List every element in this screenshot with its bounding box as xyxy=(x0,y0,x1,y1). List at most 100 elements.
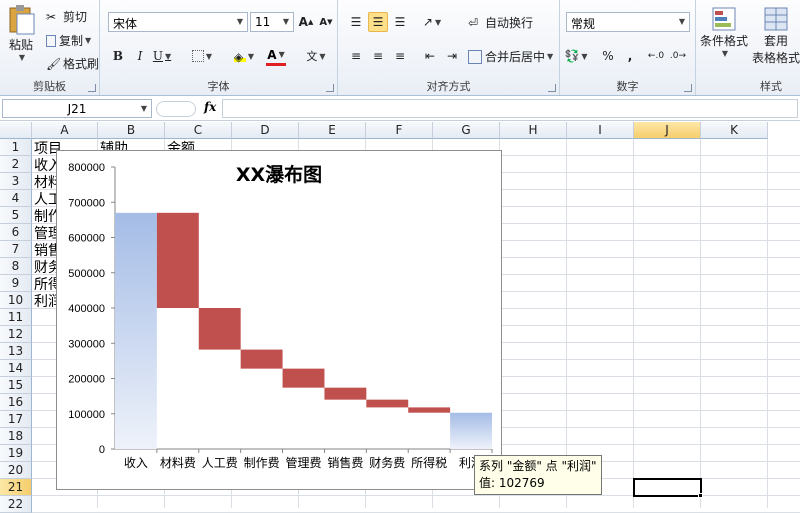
chart-title: XX瀑布图 xyxy=(236,163,322,186)
gridline xyxy=(767,139,768,508)
fill-bucket-icon: ◈ xyxy=(234,50,246,64)
column-header-D[interactable]: D xyxy=(232,122,299,139)
phonetic-button[interactable]: 文 ▼ xyxy=(306,46,326,66)
align-middle-button[interactable]: ☰ xyxy=(368,12,388,32)
align-right-icon: ≡ xyxy=(394,49,406,63)
x-tick-label: 所得税 xyxy=(411,455,447,470)
chevron-down-icon: ▼ xyxy=(434,17,442,27)
copy-button[interactable]: 复制 ▼ xyxy=(46,32,91,49)
alignment-group: ☰ ☰ ☰ ↗ ▼ ⏎ 自动换行 ≡ ≡ ≡ ⇤ ⇥ 合并后居中 ▼ 对齐方式 xyxy=(338,0,560,95)
column-header-F[interactable]: F xyxy=(366,122,433,139)
column-header-A[interactable]: A xyxy=(32,122,98,139)
cut-button[interactable]: ✂ 剪切 xyxy=(46,8,87,25)
name-box[interactable]: J21 ▼ xyxy=(2,99,152,118)
increase-decimal-button[interactable]: ←.0 xyxy=(646,46,666,66)
formula-input[interactable] xyxy=(222,99,798,118)
row-header-5[interactable]: 5 xyxy=(0,207,32,224)
font-size-select[interactable]: 11 ▼ xyxy=(250,12,294,32)
row-header-14[interactable]: 14 xyxy=(0,360,32,377)
comma-button[interactable]: , xyxy=(620,46,640,66)
merge-center-button[interactable]: 合并后居中 ▼ xyxy=(468,48,553,65)
row-header-16[interactable]: 16 xyxy=(0,394,32,411)
row-header-6[interactable]: 6 xyxy=(0,224,32,241)
row-header-20[interactable]: 20 xyxy=(0,462,32,479)
font-launcher-icon[interactable] xyxy=(326,84,334,92)
chevron-down-icon: ▼ xyxy=(282,17,289,26)
paste-button[interactable]: 粘贴 ▼ xyxy=(6,4,36,62)
row-header-19[interactable]: 19 xyxy=(0,445,32,462)
row-header-17[interactable]: 17 xyxy=(0,411,32,428)
selected-cell[interactable] xyxy=(633,478,702,497)
column-header-J[interactable]: J xyxy=(634,122,701,139)
row-header-21[interactable]: 21 xyxy=(0,479,32,496)
column-header-B[interactable]: B xyxy=(98,122,165,139)
underline-button[interactable]: U ▼ xyxy=(152,46,172,66)
align-top-button[interactable]: ☰ xyxy=(346,12,366,32)
grow-font-button[interactable]: A ▲ xyxy=(296,12,316,32)
number-format-select[interactable]: 常规 ▼ xyxy=(566,12,690,32)
increase-decimal-icon: ←.0 xyxy=(647,51,665,61)
align-center-button[interactable]: ≡ xyxy=(368,46,388,66)
orientation-button[interactable]: ↗ ▼ xyxy=(422,12,442,32)
increase-indent-icon: ⇥ xyxy=(446,49,458,63)
border-button[interactable]: ▼ xyxy=(192,46,212,66)
row-header-15[interactable]: 15 xyxy=(0,377,32,394)
x-tick-label: 管理费 xyxy=(285,455,321,470)
column-header-G[interactable]: G xyxy=(433,122,500,139)
wrap-text-button[interactable]: ⏎ 自动换行 xyxy=(468,14,533,31)
chevron-down-icon: ▼ xyxy=(581,51,588,61)
column-header-C[interactable]: C xyxy=(165,122,232,139)
merge-icon xyxy=(468,49,482,64)
font-color-button[interactable]: A ▼ xyxy=(266,46,286,66)
row-header-9[interactable]: 9 xyxy=(0,275,32,292)
accounting-format-button[interactable]: 💱 ▼ xyxy=(564,46,588,66)
bold-button[interactable]: B xyxy=(108,46,128,66)
format-as-table-button[interactable]: 套用 表格格式 xyxy=(752,6,800,66)
x-tick-label: 材料费 xyxy=(160,456,196,470)
percent-button[interactable]: % xyxy=(598,46,618,66)
increase-indent-button[interactable]: ⇥ xyxy=(442,46,462,66)
conditional-format-button[interactable]: 条件格式 ▼ xyxy=(700,6,748,58)
row-header-1[interactable]: 1 xyxy=(0,139,32,156)
format-painter-button[interactable]: 🖌 格式刷 xyxy=(46,55,99,72)
row-header-18[interactable]: 18 xyxy=(0,428,32,445)
column-header-E[interactable]: E xyxy=(299,122,366,139)
row-header-8[interactable]: 8 xyxy=(0,258,32,275)
font-name-select[interactable]: 宋体 ▼ xyxy=(108,12,248,32)
align-left-button[interactable]: ≡ xyxy=(346,46,366,66)
row-header-22[interactable]: 22 xyxy=(0,496,32,513)
decrease-decimal-icon: .0→ xyxy=(669,51,687,61)
waterfall-chart[interactable]: 800000 700000 600000 500000 400000 300000 2000… xyxy=(56,150,502,490)
row-header-12[interactable]: 12 xyxy=(0,326,32,343)
fill-color-button[interactable]: ◈ ▼ xyxy=(234,46,254,66)
align-middle-icon: ☰ xyxy=(372,15,384,29)
clipboard-launcher-icon[interactable] xyxy=(88,84,96,92)
italic-button[interactable]: I xyxy=(130,46,150,66)
align-bottom-button[interactable]: ☰ xyxy=(390,12,410,32)
row-header-4[interactable]: 4 xyxy=(0,190,32,207)
select-all-corner[interactable] xyxy=(0,122,32,139)
row-header-7[interactable]: 7 xyxy=(0,241,32,258)
column-header-H[interactable]: H xyxy=(500,122,567,139)
row-header-3[interactable]: 3 xyxy=(0,173,32,190)
tooltip-value: 值: 102769 xyxy=(479,476,545,490)
bar-管理费 xyxy=(282,368,325,388)
shrink-font-button[interactable]: A ▼ xyxy=(316,12,336,32)
fill-handle[interactable] xyxy=(698,493,703,498)
chevron-down-icon: ▼ xyxy=(164,51,172,61)
decrease-indent-button[interactable]: ⇤ xyxy=(420,46,440,66)
row-header-2[interactable]: 2 xyxy=(0,156,32,173)
insert-function-button[interactable]: fx xyxy=(204,100,216,114)
row-header-11[interactable]: 11 xyxy=(0,309,32,326)
chevron-down-icon: ▼ xyxy=(678,17,685,26)
column-header-I[interactable]: I xyxy=(567,122,634,139)
column-header-K[interactable]: K xyxy=(701,122,768,139)
chevron-down-icon: ▼ xyxy=(721,49,729,58)
row-header-13[interactable]: 13 xyxy=(0,343,32,360)
decrease-decimal-button[interactable]: .0→ xyxy=(668,46,688,66)
number-launcher-icon[interactable] xyxy=(684,84,692,92)
alignment-launcher-icon[interactable] xyxy=(548,84,556,92)
formula-bar-resize-handle[interactable] xyxy=(156,101,196,117)
row-header-10[interactable]: 10 xyxy=(0,292,32,309)
align-right-button[interactable]: ≡ xyxy=(390,46,410,66)
